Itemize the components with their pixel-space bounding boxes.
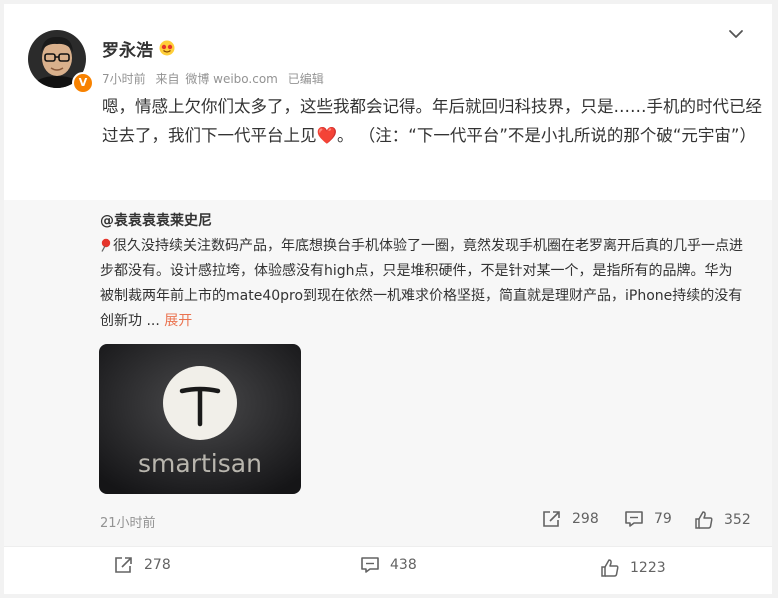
heart-emoji-icon: ❤️ — [316, 126, 338, 145]
retweet-time[interactable]: 21小时前 — [100, 512, 156, 531]
retweet-box: @袁袁袁袁莱史尼 很久没持续关注数码产品，年底想换台手机体验了一圈，竟然发现手机… — [4, 200, 772, 546]
retweet-comment-count: 79 — [654, 511, 672, 527]
action-divider — [4, 546, 772, 547]
repost-button[interactable]: 278 — [114, 556, 171, 574]
post-text: 嗯，情感上欠你们太多了，这些我都会记得。年后就回归科技界，只是……手机的时代已经… — [102, 92, 762, 150]
vip-emoji-icon — [159, 40, 175, 56]
retweet-repost-count: 298 — [572, 511, 599, 527]
retweet-image[interactable]: smartisan — [99, 344, 301, 494]
retweet-author[interactable]: @袁袁袁袁莱史尼 — [100, 210, 212, 230]
repost-icon — [543, 511, 560, 527]
comment-button[interactable]: 438 — [360, 556, 417, 574]
retweet-like-button[interactable]: 352 — [694, 510, 751, 530]
like-count: 1223 — [630, 560, 666, 576]
post-time[interactable]: 7小时前 — [102, 72, 146, 86]
expand-link[interactable]: 展开 — [164, 313, 192, 329]
post-meta: 7小时前 来自 微博 weibo.com 已编辑 — [102, 70, 330, 87]
verified-badge-icon: V — [72, 72, 94, 94]
comment-count: 438 — [390, 557, 417, 573]
retweet-repost-button[interactable]: 298 — [542, 510, 599, 528]
source-prefix: 来自 — [155, 72, 180, 86]
like-button[interactable]: 1223 — [600, 558, 666, 578]
author-name[interactable]: 罗永浩 — [102, 36, 153, 61]
post-source[interactable]: 微博 weibo.com — [185, 72, 278, 86]
smartisan-logo-text: smartisan — [138, 449, 262, 478]
weibo-post-card: V 罗永浩 7小时前 来自 微博 weibo.com 已编辑 嗯，情感上欠你们太… — [4, 4, 772, 594]
comment-icon — [361, 557, 379, 573]
comment-icon — [625, 511, 643, 527]
retweet-like-count: 352 — [724, 512, 751, 528]
post-text-tail: 。 （注：“下一代平台”不是小扎所说的那个破“元宇宙”） — [337, 126, 756, 145]
edited-label: 已编辑 — [287, 72, 324, 86]
thumbs-up-icon — [601, 559, 619, 577]
retweet-text: 很久没持续关注数码产品，年底想换台手机体验了一圈，竟然发现手机圈在老罗离开后真的… — [100, 234, 746, 334]
chevron-down-icon[interactable] — [726, 24, 746, 44]
repost-icon — [115, 557, 132, 573]
pushpin-emoji-icon — [101, 238, 111, 252]
retweet-text-body: 很久没持续关注数码产品，年底想换台手机体验了一圈，竟然发现手机圈在老罗离开后真的… — [100, 238, 743, 329]
repost-count: 278 — [144, 557, 171, 573]
retweet-comment-button[interactable]: 79 — [624, 510, 672, 528]
thumbs-up-icon — [695, 511, 713, 529]
